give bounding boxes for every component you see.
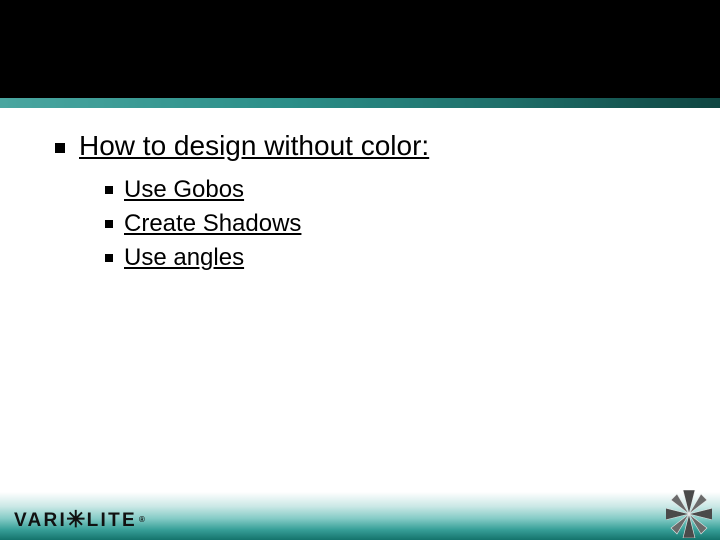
vari-lite-logo: VARI ✳ LITE ® bbox=[14, 506, 147, 534]
header-bar bbox=[0, 0, 720, 98]
list-item-text: Use Gobos bbox=[124, 176, 244, 204]
content-area: How to design without color: Use Gobos C… bbox=[0, 108, 720, 272]
square-bullet-icon bbox=[105, 220, 113, 228]
heading-row: How to design without color: bbox=[55, 130, 665, 162]
list-item-text: Use angles bbox=[124, 244, 244, 272]
list-item: Use Gobos bbox=[105, 176, 665, 204]
slide: How to design without color: Use Gobos C… bbox=[0, 0, 720, 540]
logo-text-part2: LITE bbox=[87, 511, 137, 530]
square-bullet-icon bbox=[105, 254, 113, 262]
list-item: Create Shadows bbox=[105, 210, 665, 238]
sub-list: Use Gobos Create Shadows Use angles bbox=[105, 176, 665, 272]
heading-text: How to design without color: bbox=[79, 130, 429, 162]
registered-mark: ® bbox=[139, 516, 147, 524]
square-bullet-icon bbox=[105, 186, 113, 194]
square-bullet-icon bbox=[55, 143, 65, 153]
list-item-text: Create Shadows bbox=[124, 210, 301, 238]
logo-text-part1: VARI bbox=[14, 511, 67, 530]
list-item: Use angles bbox=[105, 244, 665, 272]
accent-bar bbox=[0, 98, 720, 108]
burst-icon bbox=[666, 490, 712, 538]
